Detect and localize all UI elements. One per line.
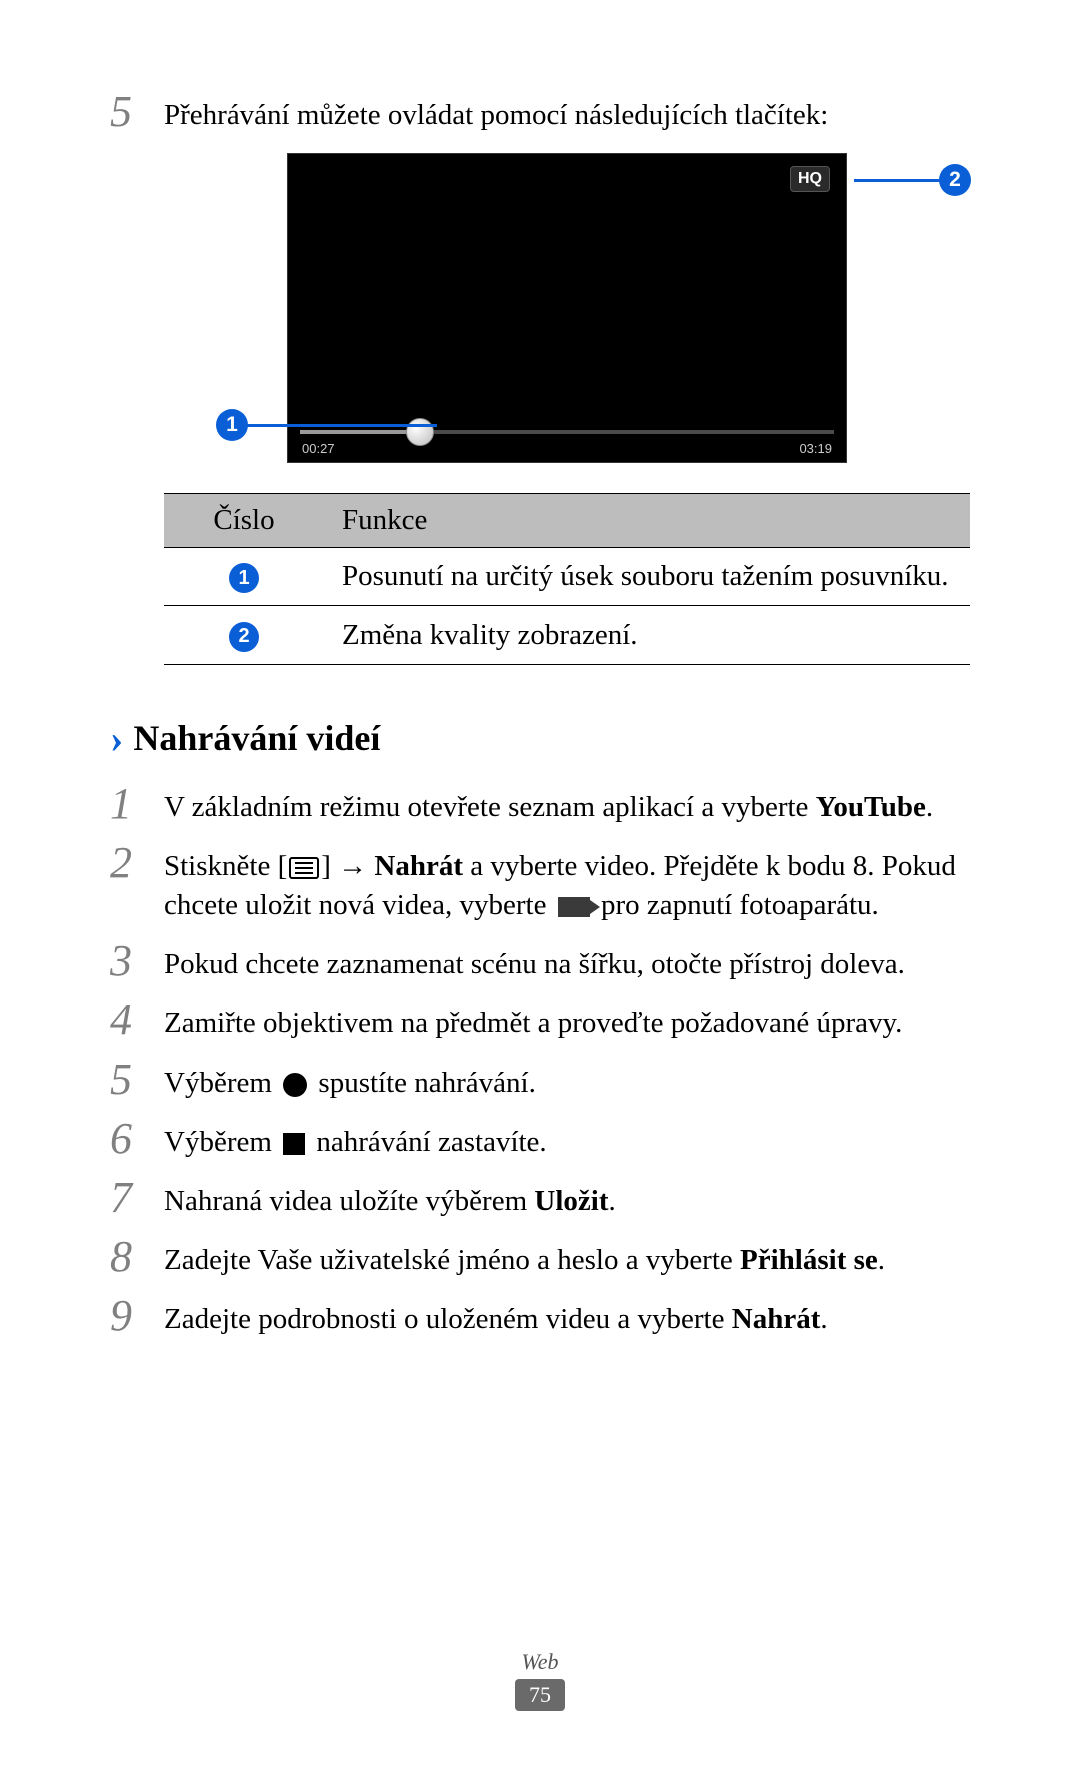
seek-bar-fill bbox=[300, 430, 420, 434]
step-text: Pokud chcete zaznamenat scénu na šířku, … bbox=[164, 939, 970, 984]
step-number: 5 bbox=[110, 90, 164, 134]
col-number: Číslo bbox=[164, 494, 324, 548]
step-number: 9 bbox=[110, 1294, 164, 1338]
step: 9Zadejte podrobnosti o uloženém videu a … bbox=[110, 1294, 970, 1339]
time-elapsed: 00:27 bbox=[302, 441, 335, 456]
video-illustration: HQ 00:27 03:19 1 2 bbox=[164, 153, 970, 463]
step: 1V základním režimu otevřete seznam apli… bbox=[110, 782, 970, 827]
step-5-top: 5 Přehrávání můžete ovládat pomocí násle… bbox=[110, 90, 970, 135]
number-badge: 2 bbox=[229, 622, 259, 652]
callout-table: Číslo Funkce 1 Posunutí na určitý úsek so… bbox=[164, 493, 970, 665]
callout-badge-2: 2 bbox=[939, 164, 971, 196]
step: 2Stiskněte [] → Nahrát a vyberte video. … bbox=[110, 841, 970, 925]
step-number: 3 bbox=[110, 939, 164, 983]
step-text: Zadejte podrobnosti o uloženém videu a v… bbox=[164, 1294, 970, 1339]
section-heading: › Nahrávání videí bbox=[110, 715, 970, 762]
step: 6Výběrem nahrávání zastavíte. bbox=[110, 1117, 970, 1162]
step-text: V základním režimu otevřete seznam aplik… bbox=[164, 782, 970, 827]
chevron-icon: › bbox=[110, 715, 123, 762]
step-number: 8 bbox=[110, 1235, 164, 1279]
step-number: 2 bbox=[110, 841, 164, 885]
callout-line-1 bbox=[242, 424, 437, 427]
step-number: 6 bbox=[110, 1117, 164, 1161]
step-text: Výběrem spustíte nahrávání. bbox=[164, 1058, 970, 1103]
menu-icon bbox=[289, 857, 319, 879]
video-player: HQ 00:27 03:19 bbox=[287, 153, 847, 463]
step: 7Nahraná videa uložíte výběrem Uložit. bbox=[110, 1176, 970, 1221]
section-title: Nahrávání videí bbox=[133, 717, 380, 759]
callout-badge-1: 1 bbox=[216, 409, 248, 441]
row-desc: Posunutí na určitý úsek souboru tažením … bbox=[324, 548, 970, 606]
step-text: Zamiřte objektivem na předmět a proveďte… bbox=[164, 998, 970, 1043]
step-number: 1 bbox=[110, 782, 164, 826]
step: 4Zamiřte objektivem na předmět a proveďt… bbox=[110, 998, 970, 1043]
number-badge: 1 bbox=[229, 563, 259, 593]
row-desc: Změna kvality zobrazení. bbox=[324, 606, 970, 664]
record-icon bbox=[283, 1073, 307, 1097]
table-row: 2 Změna kvality zobrazení. bbox=[164, 606, 970, 664]
footer-category: Web bbox=[0, 1649, 1080, 1675]
page-footer: Web 75 bbox=[0, 1649, 1080, 1711]
col-function: Funkce bbox=[324, 494, 970, 548]
table-row: 1 Posunutí na určitý úsek souboru tažením… bbox=[164, 548, 970, 606]
step: 8Zadejte Vaše uživatelské jméno a heslo … bbox=[110, 1235, 970, 1280]
step-text: Zadejte Vaše uživatelské jméno a heslo a… bbox=[164, 1235, 970, 1280]
step-text: Stiskněte [] → Nahrát a vyberte video. P… bbox=[164, 841, 970, 925]
seek-thumb bbox=[406, 418, 434, 446]
step: 5Výběrem spustíte nahrávání. bbox=[110, 1058, 970, 1103]
step-number: 4 bbox=[110, 998, 164, 1042]
step-number: 7 bbox=[110, 1176, 164, 1220]
step-text: Výběrem nahrávání zastavíte. bbox=[164, 1117, 970, 1162]
row-badge-cell: 1 bbox=[164, 548, 324, 606]
step-number: 5 bbox=[110, 1058, 164, 1102]
camera-icon bbox=[558, 897, 590, 917]
stop-icon bbox=[283, 1133, 305, 1155]
page-number: 75 bbox=[515, 1679, 565, 1711]
row-badge-cell: 2 bbox=[164, 606, 324, 664]
step: 3Pokud chcete zaznamenat scénu na šířku,… bbox=[110, 939, 970, 984]
hq-badge: HQ bbox=[790, 166, 830, 192]
time-total: 03:19 bbox=[799, 441, 832, 456]
callout-line-2 bbox=[854, 179, 944, 182]
step-text: Přehrávání můžete ovládat pomocí následu… bbox=[164, 90, 970, 135]
step-text: Nahraná videa uložíte výběrem Uložit. bbox=[164, 1176, 970, 1221]
